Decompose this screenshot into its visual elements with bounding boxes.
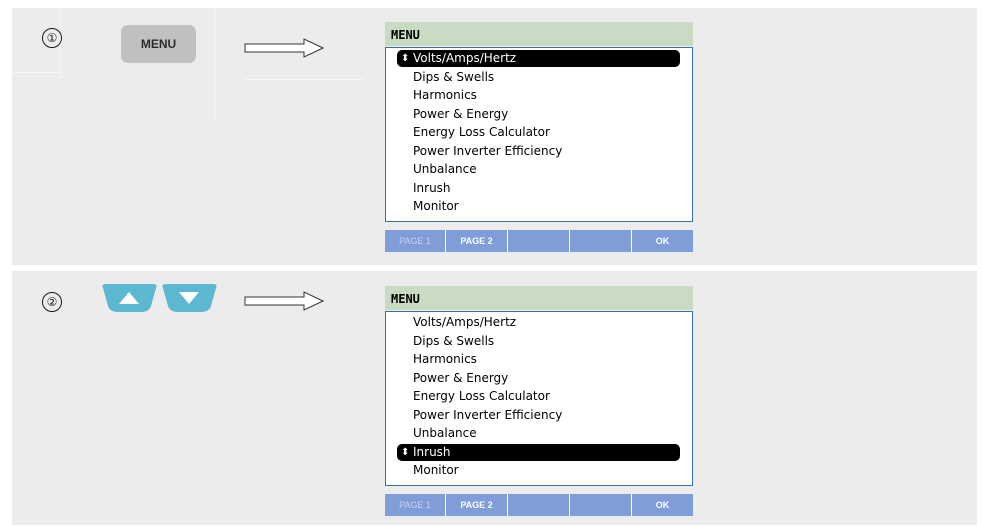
softkey[interactable]: PAGE 2 bbox=[446, 494, 508, 516]
softkey[interactable] bbox=[570, 494, 632, 516]
menu-item-label: Energy Loss Calculator bbox=[413, 125, 550, 139]
menu-item[interactable]: Unbalance bbox=[397, 425, 680, 442]
menu-item-label: Volts/Amps/Hertz bbox=[413, 315, 517, 329]
menu-item-label: Monitor bbox=[413, 463, 459, 477]
menu-item-label: Unbalance bbox=[413, 162, 477, 176]
softkey[interactable]: OK bbox=[632, 230, 693, 252]
menu-item[interactable]: Energy Loss Calculator bbox=[397, 388, 680, 405]
softkey[interactable]: PAGE 1 bbox=[385, 230, 446, 252]
menu-list: ⬍ Volts/Amps/Hertz Dips & Swells Harmonics P… bbox=[385, 47, 693, 222]
menu-item[interactable]: Volts/Amps/Hertz bbox=[397, 314, 680, 331]
softkey[interactable] bbox=[570, 230, 632, 252]
menu-item[interactable]: ⬍ Inrush bbox=[397, 443, 680, 461]
menu-item[interactable]: Monitor bbox=[397, 462, 680, 479]
menu-item[interactable]: Inrush bbox=[397, 180, 680, 197]
softkey-bar: PAGE 1 PAGE 2 OK bbox=[385, 230, 693, 252]
menu-item[interactable]: Power & Energy bbox=[397, 370, 680, 387]
menu-item[interactable]: Unbalance bbox=[397, 161, 680, 178]
menu-item[interactable]: Dips & Swells bbox=[397, 69, 680, 86]
menu-item-label: Power Inverter Efficiency bbox=[413, 143, 563, 158]
menu-item[interactable]: Power Inverter Efficiency bbox=[397, 143, 680, 160]
menu-item-label: Inrush bbox=[413, 180, 451, 195]
menu-item-label: Unbalance bbox=[413, 426, 477, 440]
right-arrow-icon bbox=[244, 291, 324, 311]
menu-item[interactable]: Dips & Swells bbox=[397, 333, 680, 350]
up-down-arrow-icon: ⬍ bbox=[401, 53, 410, 64]
menu-screen: MENU ⬍ Volts/Amps/Hertz Dips & Swells Harmo… bbox=[385, 22, 693, 252]
softkey[interactable]: PAGE 2 bbox=[446, 230, 508, 252]
menu-button[interactable]: MENU bbox=[121, 25, 196, 63]
softkey[interactable] bbox=[508, 230, 570, 252]
screen-title: MENU bbox=[385, 22, 693, 46]
softkey[interactable]: OK bbox=[632, 494, 693, 516]
screen-title: MENU bbox=[385, 286, 693, 310]
menu-item-label: Power Inverter Efficiency bbox=[413, 407, 563, 422]
divider bbox=[12, 72, 60, 73]
menu-item[interactable]: Power & Energy bbox=[397, 106, 680, 123]
menu-item-label: Monitor bbox=[413, 199, 459, 213]
right-arrow-icon bbox=[244, 38, 324, 58]
step-1-panel: ① MENU MENU ⬍ Volts/Amps/Hertz Dips & Swel… bbox=[12, 8, 977, 265]
menu-item[interactable]: Power Inverter Efficiency bbox=[397, 407, 680, 424]
up-arrow-key[interactable] bbox=[101, 284, 158, 312]
menu-item-label: Dips & Swells bbox=[413, 333, 495, 348]
menu-list: Volts/Amps/Hertz Dips & Swells Harmonics Po… bbox=[385, 311, 693, 486]
down-arrow-key[interactable] bbox=[161, 284, 218, 312]
menu-item-label: Volts/Amps/Hertz bbox=[413, 51, 517, 65]
menu-item[interactable]: Harmonics bbox=[397, 351, 680, 368]
menu-item-label: Power & Energy bbox=[413, 370, 509, 385]
menu-item-label: Power & Energy bbox=[413, 106, 509, 121]
menu-item-label: Energy Loss Calculator bbox=[413, 389, 550, 403]
step-2-panel: ② MENU Volts/Amps/Hertz Dips & Swells Harm… bbox=[12, 271, 977, 525]
menu-item[interactable]: ⬍ Volts/Amps/Hertz bbox=[397, 50, 680, 67]
step-number: ② bbox=[42, 292, 62, 312]
softkey[interactable]: PAGE 1 bbox=[385, 494, 446, 516]
softkey[interactable] bbox=[508, 494, 570, 516]
softkey-bar: PAGE 1 PAGE 2 OK bbox=[385, 494, 693, 516]
up-down-arrow-icon: ⬍ bbox=[401, 446, 410, 458]
divider bbox=[214, 8, 215, 120]
menu-item-label: Harmonics bbox=[413, 88, 477, 102]
menu-item-label: Harmonics bbox=[413, 352, 477, 366]
menu-item-label: Dips & Swells bbox=[413, 69, 495, 84]
step-number: ① bbox=[42, 28, 62, 48]
divider bbox=[244, 79, 364, 80]
menu-item-label: Inrush bbox=[413, 444, 451, 459]
menu-item[interactable]: Harmonics bbox=[397, 87, 680, 104]
menu-item[interactable]: Monitor bbox=[397, 198, 680, 215]
menu-item[interactable]: Energy Loss Calculator bbox=[397, 124, 680, 141]
menu-screen: MENU Volts/Amps/Hertz Dips & Swells Harmon… bbox=[385, 286, 693, 516]
